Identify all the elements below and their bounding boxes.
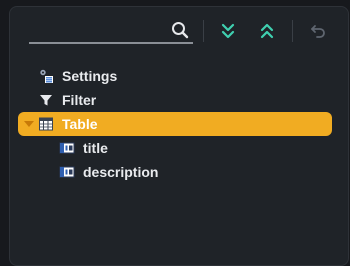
search-box	[29, 18, 193, 44]
toolbar	[20, 18, 340, 46]
funnel-icon	[40, 95, 52, 106]
undo-arrow-icon	[311, 25, 325, 38]
tree-item-table[interactable]: Table	[18, 112, 332, 136]
tree-item-settings[interactable]: Settings	[18, 64, 332, 88]
field-icon	[59, 142, 75, 154]
collapse-all-button[interactable]	[256, 20, 278, 42]
tree-item-label: Table	[62, 116, 98, 132]
double-chevron-down-icon	[221, 23, 235, 39]
double-chevron-up-icon	[260, 23, 274, 39]
tree-item-title[interactable]: title	[18, 136, 332, 160]
tree-item-description[interactable]: description	[18, 160, 332, 184]
undo-button[interactable]	[306, 20, 328, 42]
tree-item-filter[interactable]: Filter	[18, 88, 332, 112]
tree-item-label: description	[83, 164, 159, 180]
search-icon[interactable]	[171, 21, 189, 39]
tree-item-label: Settings	[62, 68, 118, 84]
toolbar-divider	[292, 20, 293, 42]
search-input[interactable]	[29, 20, 169, 42]
tree-view: Settings Filter Table title description	[18, 64, 332, 184]
toolbar-divider	[203, 20, 204, 42]
field-icon	[59, 166, 75, 178]
settings-list-icon	[39, 69, 53, 83]
tree-item-label: title	[83, 140, 108, 156]
expand-caret-icon[interactable]	[24, 121, 34, 127]
table-icon	[39, 117, 53, 131]
tree-item-label: Filter	[62, 92, 97, 108]
expand-all-button[interactable]	[217, 20, 239, 42]
